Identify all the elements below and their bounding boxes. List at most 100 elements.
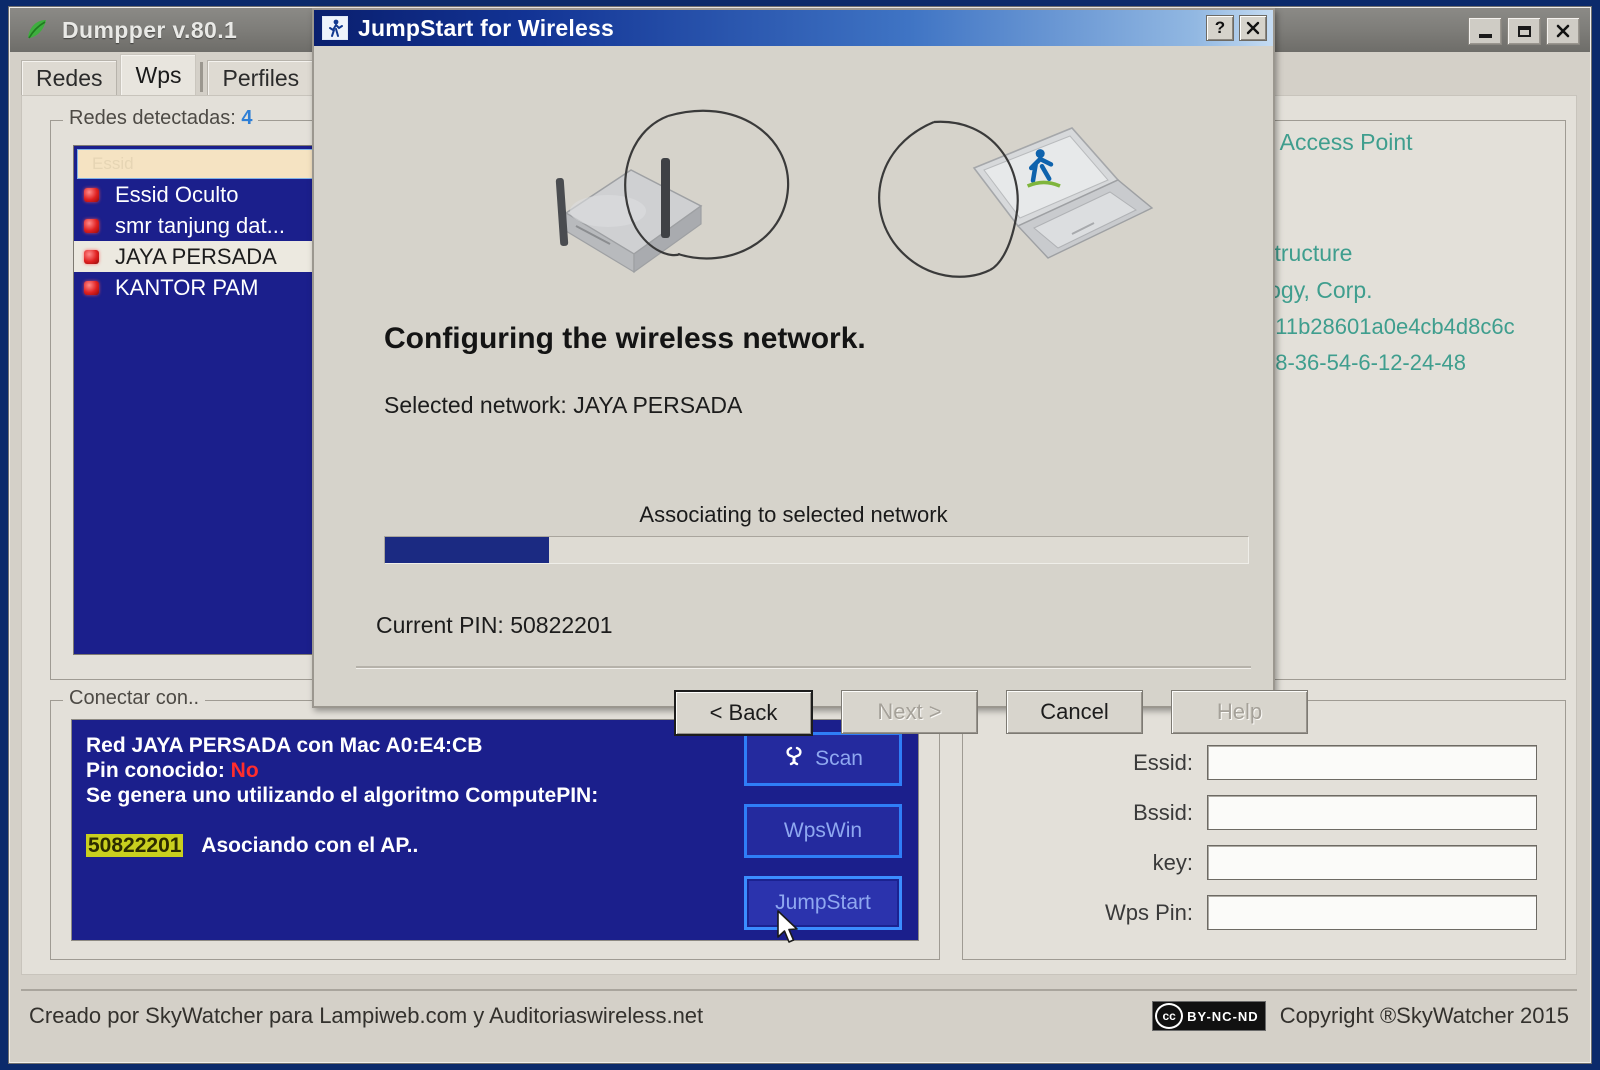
connect-line-pin-known: Pin conocido: No: [86, 759, 598, 784]
screen: Dumpper v.80.1 Redes Wps Perfiles Her: [0, 0, 1600, 1070]
laptop-icon: [972, 127, 1154, 259]
field-row-bssid: Bssid:: [1043, 795, 1537, 830]
bssid-input[interactable]: [1207, 795, 1537, 830]
selected-network-value: JAYA PERSADA: [573, 392, 743, 418]
info-spacer-2: [1263, 198, 1563, 242]
wifi-leaf-icon: [24, 17, 50, 43]
jumpstart-titlebar-buttons: ?: [1206, 15, 1267, 41]
progress-bar: [384, 536, 1249, 564]
column-header-essid: Essid: [92, 154, 134, 173]
bssid-label: Bssid:: [1133, 799, 1193, 825]
jumpstart-dialog: JumpStart for Wireless ? Configuring the…: [312, 8, 1308, 736]
info-line-rates: 18-36-54-6-12-24-48: [1263, 350, 1467, 375]
connect-groupbox-legend: Conectar con..: [63, 687, 206, 710]
selected-network-label: Selected network:: [384, 392, 567, 418]
network-info-groupbox: s Access Point structure logy, Corp. 811…: [1244, 120, 1566, 680]
cancel-button-label: Cancel: [1040, 699, 1109, 724]
current-pin-line: Current PIN: 50822201: [376, 612, 613, 639]
cancel-button[interactable]: Cancel: [1006, 690, 1143, 734]
statusbar: Creado por SkyWatcher para Lampiweb.com …: [21, 989, 1577, 1053]
selected-network-line: Selected network: JAYA PERSADA: [384, 392, 742, 419]
help-button[interactable]: ?: [1206, 15, 1234, 41]
connect-line-red: Red JAYA PERSADA con Mac A0:E4:CB: [86, 734, 483, 757]
essid-input[interactable]: [1207, 745, 1537, 780]
networks-legend-text: Redes detectadas:: [69, 107, 236, 129]
key-label: key:: [1152, 849, 1193, 875]
info-line-access-point: s Access Point: [1263, 129, 1413, 155]
connect-actions: Scan WpsWin JumpStart: [744, 732, 902, 930]
help-dialog-button: Help: [1171, 690, 1308, 734]
connect-log-panel: Red JAYA PERSADA con Mac A0:E4:CB Pin co…: [71, 719, 919, 941]
jumpstart-runner-icon: [322, 16, 348, 40]
tab-redes-label: Redes: [36, 64, 103, 91]
next-button-label: Next >: [877, 699, 942, 724]
signal-led-icon: [84, 187, 99, 202]
network-data-groupbox: Datos de la red Essid: Bssid: key:: [962, 687, 1566, 960]
current-pin-label: Current PIN:: [376, 612, 504, 638]
tab-redes[interactable]: Redes: [21, 60, 118, 95]
network-data-fields: Essid: Bssid: key: Wps Pin:: [1043, 745, 1537, 945]
tab-separator: [200, 62, 204, 92]
networks-groupbox-legend: Redes detectadas: 4: [63, 107, 259, 130]
back-button[interactable]: < Back: [674, 690, 813, 736]
network-info-text: s Access Point structure logy, Corp. 811…: [1263, 131, 1563, 374]
progress-bar-fill: [385, 537, 549, 563]
connect-line-algorithm: Se genera uno utilizando el algoritmo Co…: [86, 783, 599, 807]
copyright-text: Copyright ®SkyWatcher 2015: [1279, 1003, 1569, 1028]
close-button[interactable]: [1546, 17, 1580, 45]
wpswin-button[interactable]: WpsWin: [744, 804, 902, 858]
pin-status-text: Asociando con el AP..: [201, 834, 419, 858]
tab-perfiles-label: Perfiles: [222, 64, 300, 91]
jumpstart-body: Configuring the wireless network. Select…: [336, 54, 1308, 736]
field-row-key: key:: [1043, 845, 1537, 880]
scan-button-label: Scan: [815, 747, 863, 770]
maximize-button[interactable]: [1507, 17, 1541, 45]
cc-license-text: BY-NC-ND: [1187, 1008, 1259, 1024]
dialog-buttons: < Back Next > Cancel Help: [674, 690, 1308, 736]
tab-perfiles[interactable]: Perfiles: [207, 60, 315, 95]
jumpstart-button[interactable]: JumpStart: [744, 876, 902, 930]
networks-count: 4: [241, 107, 253, 129]
creative-commons-badge-icon: cc BY-NC-ND: [1152, 1001, 1266, 1031]
tab-wps[interactable]: Wps: [120, 54, 197, 95]
info-line-vendor: logy, Corp.: [1263, 277, 1373, 303]
pin-known-label: Pin conocido:: [86, 758, 225, 782]
minimize-button[interactable]: [1468, 17, 1502, 45]
signal-led-icon: [84, 280, 99, 295]
jumpstart-title-text: JumpStart for Wireless: [358, 14, 614, 41]
dialog-separator: [356, 666, 1251, 669]
field-row-essid: Essid:: [1043, 745, 1537, 780]
generated-pin: 50822201: [86, 834, 184, 858]
tab-wps-label: Wps: [135, 61, 182, 88]
wpspin-input[interactable]: [1207, 895, 1537, 930]
info-line-hash: 811b28601a0e4cb4d8c6c: [1263, 314, 1515, 339]
scan-icon: [783, 745, 805, 773]
dumpper-title-text: Dumpper v.80.1: [62, 16, 238, 43]
essid-label: Essid:: [1133, 749, 1193, 775]
connect-log-lines: Red JAYA PERSADA con Mac A0:E4:CB Pin co…: [86, 734, 598, 859]
wpswin-button-label: WpsWin: [783, 819, 863, 842]
dialog-heading: Configuring the wireless network.: [384, 322, 866, 355]
current-pin-value: 50822201: [510, 612, 613, 638]
statusbar-right: cc BY-NC-ND Copyright ®SkyWatcher 2015: [1152, 1001, 1569, 1031]
close-icon[interactable]: [1239, 15, 1267, 41]
help-button-label: Help: [1216, 699, 1263, 724]
window-controls: [1468, 17, 1580, 45]
progress-status-text: Associating to selected network: [639, 502, 948, 527]
connect-groupbox: Conectar con.. Red JAYA PERSADA con Mac …: [50, 687, 940, 960]
jumpstart-titlebar[interactable]: JumpStart for Wireless ?: [314, 10, 1273, 46]
cc-mark: cc: [1155, 1003, 1184, 1029]
connect-line-pin-result: 50822201 Asociando con el AP..: [86, 834, 598, 859]
next-button: Next >: [841, 690, 978, 734]
wireless-setup-illustration: [436, 58, 1176, 293]
scan-button[interactable]: Scan: [744, 732, 902, 786]
signal-led-icon: [84, 218, 99, 233]
signal-led-icon: [84, 249, 99, 264]
back-button-label: < Back: [709, 700, 778, 725]
field-row-wpspin: Wps Pin:: [1043, 895, 1537, 930]
statusbar-credit: Creado por SkyWatcher para Lampiweb.com …: [29, 1003, 704, 1028]
mouse-cursor: [776, 910, 802, 946]
key-input[interactable]: [1207, 845, 1537, 880]
wpspin-label: Wps Pin:: [1104, 899, 1193, 925]
